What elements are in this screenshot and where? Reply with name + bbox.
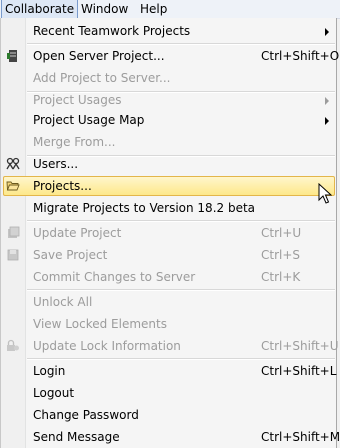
save-project-icon (6, 248, 20, 262)
menu-item-login[interactable]: Login Ctrl+Shift+L (1, 360, 336, 382)
menu-item-merge-from: Merge From... (1, 131, 336, 153)
menu-item-label: Send Message (33, 430, 120, 444)
menu-item-update-project: Update Project Ctrl+U (1, 222, 336, 244)
menu-item-unlock-all: Unlock All (1, 291, 336, 313)
menu-item-send-message[interactable]: Send Message Ctrl+Shift+M (1, 426, 340, 448)
menu-item-projects[interactable]: Projects... (1, 175, 336, 197)
server-project-icon (6, 49, 20, 63)
menu-item-save-project: Save Project Ctrl+S (1, 244, 336, 266)
menu-item-commit-changes: Commit Changes to Server Ctrl+K (1, 266, 336, 288)
mouse-pointer-icon (318, 182, 333, 205)
menu-item-shortcut: Ctrl+Shift+O (261, 49, 340, 63)
menu-item-label: Open Server Project... (33, 49, 165, 63)
update-project-icon (6, 226, 20, 240)
menu-item-shortcut: Ctrl+S (261, 248, 301, 262)
menu-item-label: Change Password (33, 408, 139, 422)
menu-item-shortcut: Ctrl+K (261, 270, 301, 284)
folder-open-icon (6, 179, 20, 193)
submenu-arrow-icon (325, 97, 329, 105)
menu-item-shortcut: Ctrl+U (261, 226, 302, 240)
collaborate-dropdown-menu: Recent Teamwork Projects Open Server Pro… (0, 18, 340, 448)
menu-item-view-locked-elements: View Locked Elements (1, 313, 336, 335)
menu-item-shortcut: Ctrl+Shift+L (261, 364, 337, 378)
menu-item-project-usages: Project Usages (1, 89, 336, 111)
menu-item-label: Add Project to Server... (33, 71, 171, 85)
menu-item-label: Users... (33, 157, 79, 171)
menu-item-label: Logout (33, 386, 75, 400)
menu-item-users[interactable]: Users... (1, 153, 336, 175)
menu-item-label: Unlock All (33, 295, 93, 309)
menu-item-open-server-project[interactable]: Open Server Project... Ctrl+Shift+O (1, 45, 340, 67)
menu-item-label: Commit Changes to Server (33, 270, 196, 284)
menu-item-change-password[interactable]: Change Password (1, 404, 336, 426)
menu-bar: Collaborate Window Help (0, 0, 340, 19)
menu-help[interactable]: Help (137, 0, 170, 18)
menu-item-label: Migrate Projects to Version 18.2 beta (33, 201, 256, 215)
menu-item-label: Login (33, 364, 66, 378)
menu-item-project-usage-map[interactable]: Project Usage Map (1, 109, 336, 131)
menu-item-label: Merge From... (33, 135, 116, 149)
menu-item-label: Recent Teamwork Projects (33, 24, 191, 38)
lock-info-icon (6, 339, 20, 353)
submenu-arrow-icon (325, 28, 329, 36)
menu-collaborate[interactable]: Collaborate (1, 0, 79, 19)
menu-item-shortcut: Ctrl+Shift+M (261, 430, 340, 444)
menu-item-add-project-to-server: Add Project to Server... (1, 67, 336, 89)
menu-item-label: Update Project (33, 226, 122, 240)
menu-item-logout[interactable]: Logout (1, 382, 336, 404)
menu-item-migrate-projects[interactable]: Migrate Projects to Version 18.2 beta (1, 197, 336, 219)
submenu-arrow-icon (325, 117, 329, 125)
menu-item-shortcut: Ctrl+Shift+U (261, 339, 339, 353)
menu-window[interactable]: Window (78, 0, 131, 18)
menu-item-update-lock-information: Update Lock Information Ctrl+Shift+U (1, 335, 339, 357)
menu-item-label: Save Project (33, 248, 108, 262)
menu-item-label: View Locked Elements (33, 317, 167, 331)
menu-item-label: Update Lock Information (33, 339, 181, 353)
menu-item-label: Project Usages (33, 93, 122, 107)
menu-item-recent-teamwork-projects[interactable]: Recent Teamwork Projects (1, 20, 336, 42)
menu-item-label: Project Usage Map (33, 113, 145, 127)
users-icon (6, 157, 20, 171)
menu-item-label: Projects... (33, 179, 92, 193)
